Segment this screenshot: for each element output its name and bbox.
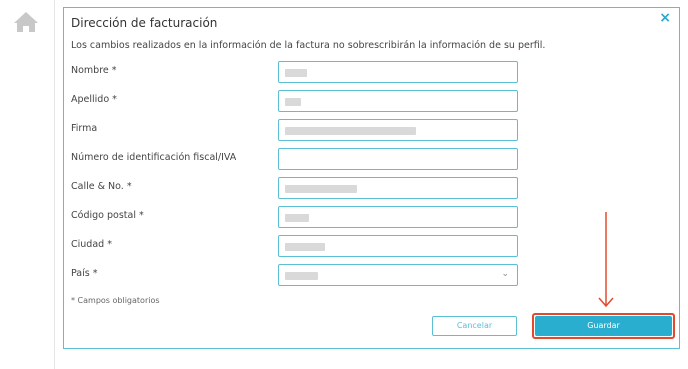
field-row-city: Ciudad * — [71, 235, 521, 257]
close-icon[interactable]: × — [659, 11, 671, 25]
field-label-firma: Firma — [71, 123, 98, 134]
save-button[interactable]: Guardar — [535, 316, 672, 336]
field-label-apellido: Apellido * — [71, 94, 117, 105]
field-row-firma: Firma — [71, 119, 521, 141]
nombre-field[interactable] — [278, 61, 518, 83]
field-label-postal-code: Código postal * — [71, 210, 144, 221]
field-row-street: Calle & No. * — [71, 177, 521, 199]
chevron-down-icon: ⌄ — [501, 269, 509, 279]
redacted-value — [285, 127, 416, 135]
field-row-country: País * ⌄ — [71, 264, 521, 286]
firma-field[interactable] — [278, 119, 518, 141]
cancel-button[interactable]: Cancelar — [432, 316, 517, 336]
city-field[interactable] — [278, 235, 518, 257]
country-select[interactable]: ⌄ — [278, 264, 518, 286]
apellido-field[interactable] — [278, 90, 518, 112]
dialog-subtitle: Los cambios realizados en la información… — [71, 40, 546, 51]
field-row-postal-code: Código postal * — [71, 206, 521, 228]
field-label-country: País * — [71, 268, 98, 279]
page: Dirección de facturación × Los cambios r… — [0, 0, 688, 369]
tax-id-field[interactable] — [278, 148, 518, 170]
redacted-value — [285, 185, 357, 193]
arrow-down-icon — [598, 212, 614, 308]
field-row-apellido: Apellido * — [71, 90, 521, 112]
field-row-nombre: Nombre * — [71, 61, 521, 83]
field-label-nombre: Nombre * — [71, 65, 117, 76]
redacted-value — [285, 243, 325, 251]
redacted-value — [285, 272, 318, 280]
postal-code-field[interactable] — [278, 206, 518, 228]
street-field[interactable] — [278, 177, 518, 199]
sidebar-divider — [54, 0, 55, 369]
redacted-value — [285, 98, 301, 106]
field-label-city: Ciudad * — [71, 239, 112, 250]
redacted-value — [285, 69, 307, 77]
required-fields-note: * Campos obligatorios — [71, 296, 160, 305]
billing-address-dialog: Dirección de facturación × Los cambios r… — [63, 7, 680, 349]
field-row-tax-id: Número de identificación fiscal/IVA — [71, 148, 521, 170]
field-label-tax-id: Número de identificación fiscal/IVA — [71, 152, 237, 163]
dialog-title: Dirección de facturación — [71, 16, 218, 30]
home-icon[interactable] — [12, 10, 40, 34]
field-label-street: Calle & No. * — [71, 181, 132, 192]
redacted-value — [285, 214, 309, 222]
